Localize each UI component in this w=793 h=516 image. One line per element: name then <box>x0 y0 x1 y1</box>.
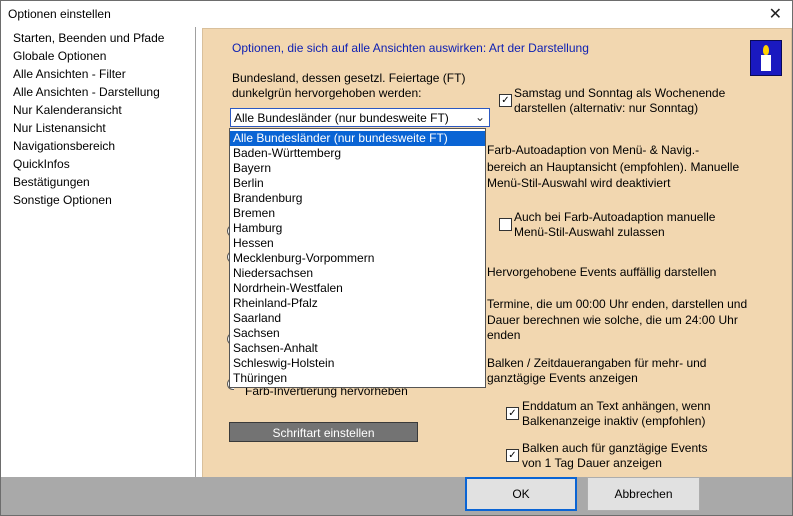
midnight-label-2: Dauer berechnen wie solche, die um 24:00… <box>487 313 738 327</box>
fullday-checkbox[interactable]: ✓ <box>506 449 519 462</box>
bars-label: Balken / Zeitdauerangaben für mehr- und <box>487 356 707 370</box>
window-title: Optionen einstellen <box>8 7 111 21</box>
dropdown-option[interactable]: Berlin <box>230 176 485 191</box>
nav-item-quickinfos[interactable]: QuickInfos <box>13 157 70 171</box>
chevron-down-icon[interactable]: ⌄ <box>475 110 485 124</box>
enddate-label-2: Balkenanzeige inaktiv (empfohlen) <box>522 414 706 428</box>
flame-icon <box>763 45 769 55</box>
nav-item-starten[interactable]: Starten, Beenden und Pfade <box>13 31 164 45</box>
dropdown-option[interactable]: Sachsen-Anhalt <box>230 341 485 356</box>
midnight-label-3: enden <box>487 328 521 342</box>
nav-item-filter[interactable]: Alle Ansichten - Filter <box>13 67 126 81</box>
autoadapt-label: Farb-Autoadaption von Menü- & Navig.- <box>487 143 700 157</box>
options-window: Optionen einstellen ✕ Starten, Beenden u… <box>0 0 793 516</box>
enddate-label: Enddatum an Text anhängen, wenn <box>522 399 711 413</box>
bars-label-2: ganztägige Events anzeigen <box>487 371 638 385</box>
enddate-checkbox[interactable]: ✓ <box>506 407 519 420</box>
state-dropdown-list[interactable]: Alle Bundesländer (nur bundesweite FT) B… <box>229 128 486 388</box>
state-select-value: Alle Bundesländer (nur bundesweite FT) <box>234 111 449 125</box>
autoadapt-label-3: Menü-Stil-Auswahl wird deaktiviert <box>487 176 671 190</box>
dropdown-option[interactable]: Brandenburg <box>230 191 485 206</box>
dropdown-option[interactable]: Mecklenburg-Vorpommern <box>230 251 485 266</box>
nav-item-sonstige[interactable]: Sonstige Optionen <box>13 193 112 207</box>
holiday-state-label: Bundesland, dessen gesetzl. Feiertage (F… <box>232 71 466 85</box>
dropdown-option[interactable]: Saarland <box>230 311 485 326</box>
fullday-label: Balken auch für ganztägige Events <box>522 441 708 455</box>
dropdown-option[interactable]: Bayern <box>230 161 485 176</box>
state-select[interactable]: Alle Bundesländer (nur bundesweite FT) ⌄ <box>230 108 490 127</box>
manual-style-label-2: Menü-Stil-Auswahl zulassen <box>514 225 665 239</box>
dropdown-option[interactable]: Rheinland-Pfalz <box>230 296 485 311</box>
fullday-label-2: von 1 Tag Dauer anzeigen <box>522 456 662 470</box>
nav-item-globale-optionen[interactable]: Globale Optionen <box>13 49 106 63</box>
candle-icon <box>761 55 771 71</box>
midnight-label: Termine, die um 00:00 Uhr enden, darstel… <box>487 297 748 311</box>
options-nav-list[interactable]: Starten, Beenden und Pfade Globale Optio… <box>4 27 196 477</box>
ok-button[interactable]: OK <box>465 477 577 511</box>
dropdown-option[interactable]: Bremen <box>230 206 485 221</box>
dropdown-option[interactable]: Schleswig-Holstein <box>230 356 485 371</box>
dropdown-option[interactable]: Niedersachsen <box>230 266 485 281</box>
autoadapt-label-2: bereich an Hauptansicht (empfohlen). Man… <box>487 160 740 174</box>
nav-item-kalenderansicht[interactable]: Nur Kalenderansicht <box>13 103 122 117</box>
nav-item-navigationsbereich[interactable]: Navigationsbereich <box>13 139 115 153</box>
dropdown-option[interactable]: Thüringen <box>230 371 485 386</box>
dropdown-option[interactable]: Alle Bundesländer (nur bundesweite FT) <box>230 131 485 146</box>
dropdown-option[interactable]: Sachsen <box>230 326 485 341</box>
nav-item-listenansicht[interactable]: Nur Listenansicht <box>13 121 106 135</box>
dropdown-option[interactable]: Nordrhein-Westfalen <box>230 281 485 296</box>
holiday-state-label-2: dunkelgrün hervorgehoben werden: <box>232 86 422 100</box>
dropdown-option[interactable]: Hessen <box>230 236 485 251</box>
dropdown-option[interactable]: Hamburg <box>230 221 485 236</box>
candle-logo-icon <box>750 40 782 76</box>
dropdown-option[interactable]: Baden-Württemberg <box>230 146 485 161</box>
manual-style-label: Auch bei Farb-Autoadaption manuelle <box>514 210 716 224</box>
weekend-label-2: darstellen (alternativ: nur Sonntag) <box>514 101 699 115</box>
weekend-label: Samstag und Sonntag als Wochenende <box>514 86 726 100</box>
title-bar: Optionen einstellen ✕ <box>1 1 792 27</box>
nav-item-darstellung[interactable]: Alle Ansichten - Darstellung <box>13 85 160 99</box>
close-icon[interactable]: ✕ <box>769 4 782 24</box>
highlight-events-label: Hervorgehobene Events auffällig darstell… <box>487 265 717 279</box>
font-settings-button[interactable]: Schriftart einstellen <box>229 422 418 442</box>
manual-style-checkbox[interactable] <box>499 218 512 231</box>
cancel-button[interactable]: Abbrechen <box>587 477 700 511</box>
nav-item-bestaetigungen[interactable]: Bestätigungen <box>13 175 90 189</box>
weekend-checkbox[interactable]: ✓ <box>499 94 512 107</box>
panel-heading: Optionen, die sich auf alle Ansichten au… <box>232 41 589 55</box>
